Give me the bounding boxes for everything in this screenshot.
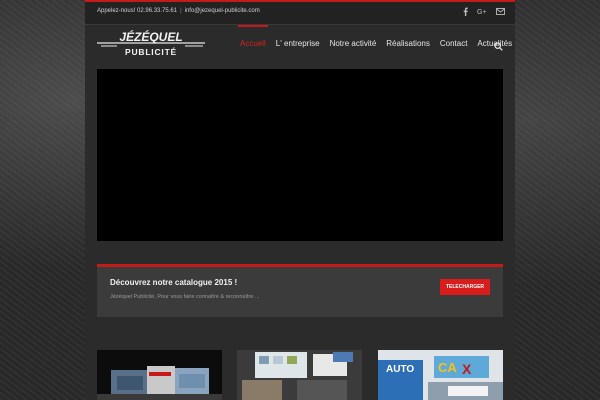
facebook-icon[interactable] <box>463 7 468 19</box>
header: JÉZÉQUEL PUBLICITÉ Accueil L' entreprise… <box>85 25 515 67</box>
portfolio-thumbnail-building[interactable] <box>97 350 222 400</box>
promo-title: Découvrez notre catalogue 2015 ! <box>110 278 238 287</box>
contact-separator: | <box>180 8 182 14</box>
page-container: Appelez-nous! 02.96.33.75.61 | info@jezequ… <box>85 2 515 400</box>
email-link[interactable]: info@jezequel-publicite.com <box>185 8 260 14</box>
nav-item-entreprise[interactable]: L' entreprise <box>271 25 325 67</box>
nav-item-realisations[interactable]: Réalisations <box>381 25 435 67</box>
portfolio-thumbnail-workshop[interactable] <box>237 350 362 400</box>
download-button[interactable]: TELECHARGER <box>440 279 490 295</box>
nav-item-notre-activite[interactable]: Notre activité <box>325 25 382 67</box>
site-logo[interactable]: JÉZÉQUEL PUBLICITÉ <box>95 29 207 59</box>
google-plus-icon[interactable]: G+ <box>477 7 487 19</box>
svg-text:AUTO: AUTO <box>386 364 414 375</box>
svg-text:X: X <box>462 361 472 377</box>
social-links: G+ <box>463 7 505 19</box>
portfolio-thumbnail-signage[interactable]: AUTO CA X <box>378 350 503 400</box>
nav-item-contact[interactable]: Contact <box>435 25 473 67</box>
video-player[interactable] <box>97 69 503 241</box>
main-nav: Accueil L' entreprise Notre activité Réa… <box>235 25 517 67</box>
promo-subtitle: Jézéquel Publicité, Pour vous faire conn… <box>110 294 260 300</box>
mail-icon[interactable] <box>496 7 505 19</box>
top-bar: Appelez-nous! 02.96.33.75.61 | info@jezequ… <box>85 2 515 25</box>
logo-line2: PUBLICITÉ <box>125 47 177 57</box>
svg-text:G+: G+ <box>477 9 487 16</box>
catalogue-promo-box: Découvrez notre catalogue 2015 ! Jézéque… <box>97 264 503 317</box>
contact-info: Appelez-nous! 02.96.33.75.61 | info@jezequ… <box>97 8 260 14</box>
nav-item-accueil[interactable]: Accueil <box>235 25 271 67</box>
svg-text:CA: CA <box>438 360 457 375</box>
search-icon[interactable] <box>494 38 503 56</box>
logo-line1: JÉZÉQUEL <box>119 29 182 44</box>
phone-text: Appelez-nous! 02.96.33.75.61 <box>97 8 178 14</box>
